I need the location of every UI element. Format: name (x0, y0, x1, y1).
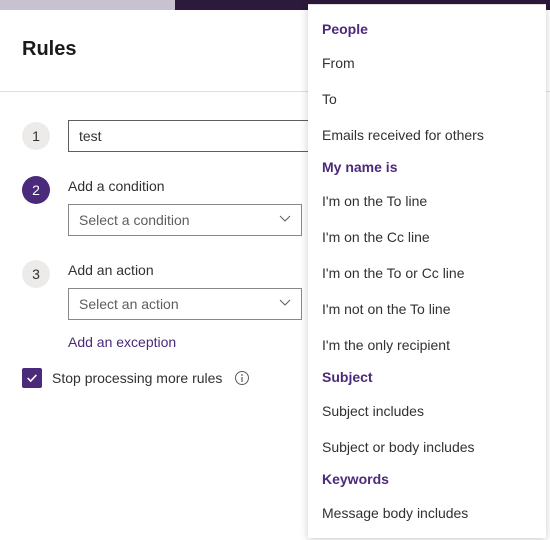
chevron-down-icon (279, 212, 291, 228)
dropdown-item[interactable]: I'm on the To line (308, 183, 546, 219)
dropdown-item[interactable]: Message body includes (308, 495, 546, 531)
condition-select-placeholder: Select a condition (79, 212, 190, 228)
chevron-down-icon (279, 296, 291, 312)
dropdown-item[interactable]: Subject or body includes (308, 429, 546, 465)
action-select-placeholder: Select an action (79, 296, 179, 312)
dropdown-header: Subject (308, 363, 546, 393)
condition-dropdown: PeopleFromToEmails received for othersMy… (308, 4, 546, 538)
stop-processing-label: Stop processing more rules (52, 370, 222, 386)
step-2-badge: 2 (22, 176, 50, 204)
step-3-badge: 3 (22, 260, 50, 288)
dropdown-header: People (308, 15, 546, 45)
check-icon (25, 371, 39, 385)
dropdown-item[interactable]: I'm the only recipient (308, 327, 546, 363)
dropdown-item[interactable]: I'm on the Cc line (308, 219, 546, 255)
dropdown-item[interactable]: Subject includes (308, 393, 546, 429)
stop-processing-checkbox[interactable] (22, 368, 42, 388)
dropdown-item[interactable]: To (308, 81, 546, 117)
action-select[interactable]: Select an action (68, 288, 302, 320)
condition-dropdown-list[interactable]: PeopleFromToEmails received for othersMy… (308, 5, 546, 538)
dropdown-header: My name is (308, 153, 546, 183)
title-bar-highlight (0, 0, 175, 10)
dropdown-item[interactable]: I'm on the To or Cc line (308, 255, 546, 291)
step-1-badge: 1 (22, 122, 50, 150)
dropdown-item[interactable]: I'm not on the To line (308, 291, 546, 327)
dropdown-header: Keywords (308, 465, 546, 495)
info-icon[interactable] (234, 370, 250, 386)
dropdown-item[interactable]: Emails received for others (308, 117, 546, 153)
condition-select[interactable]: Select a condition (68, 204, 302, 236)
dropdown-item[interactable]: From (308, 45, 546, 81)
